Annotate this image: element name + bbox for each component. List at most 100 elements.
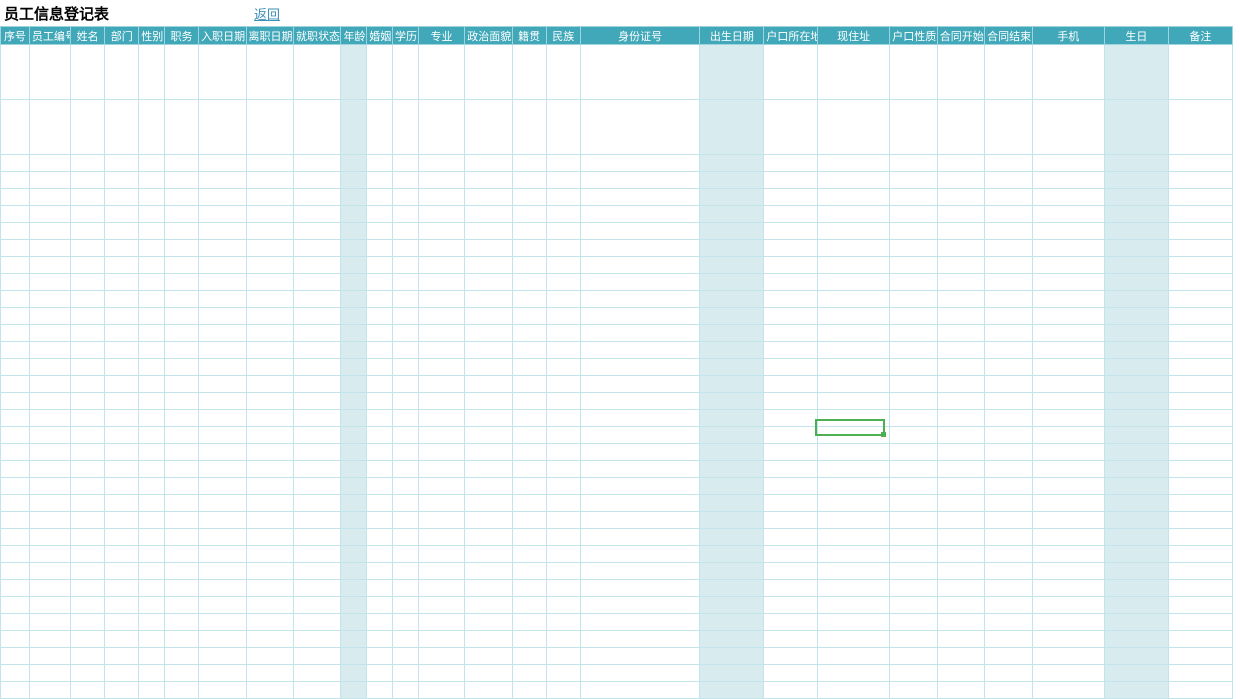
table-cell[interactable] xyxy=(1168,512,1232,529)
table-cell[interactable] xyxy=(341,563,367,580)
table-cell[interactable] xyxy=(139,648,165,665)
table-cell[interactable] xyxy=(165,529,199,546)
table-cell[interactable] xyxy=(29,410,70,427)
table-cell[interactable] xyxy=(764,427,818,444)
table-cell[interactable] xyxy=(139,631,165,648)
table-cell[interactable] xyxy=(105,444,139,461)
table-cell[interactable] xyxy=(546,495,580,512)
table-cell[interactable] xyxy=(985,614,1032,631)
table-cell[interactable] xyxy=(29,444,70,461)
table-cell[interactable] xyxy=(293,376,340,393)
table-cell[interactable] xyxy=(393,308,419,325)
col-header[interactable]: 员工编号 xyxy=(29,27,70,45)
table-cell[interactable] xyxy=(764,512,818,529)
table-cell[interactable] xyxy=(985,410,1032,427)
table-cell[interactable] xyxy=(890,495,937,512)
table-cell[interactable] xyxy=(165,614,199,631)
table-cell[interactable] xyxy=(71,393,105,410)
table-cell[interactable] xyxy=(71,427,105,444)
table-cell[interactable] xyxy=(71,155,105,172)
table-cell[interactable] xyxy=(890,614,937,631)
table-cell[interactable] xyxy=(293,410,340,427)
table-cell[interactable] xyxy=(937,100,984,155)
table-cell[interactable] xyxy=(985,665,1032,682)
table-cell[interactable] xyxy=(165,359,199,376)
table-cell[interactable] xyxy=(1032,274,1104,291)
table-cell[interactable] xyxy=(985,325,1032,342)
table-cell[interactable] xyxy=(199,240,246,257)
col-header[interactable]: 出生日期 xyxy=(700,27,764,45)
table-cell[interactable] xyxy=(1168,376,1232,393)
table-cell[interactable] xyxy=(105,597,139,614)
table-row[interactable] xyxy=(1,257,1233,274)
table-cell[interactable] xyxy=(700,444,764,461)
table-cell[interactable] xyxy=(1,648,30,665)
table-cell[interactable] xyxy=(546,308,580,325)
table-cell[interactable] xyxy=(341,223,367,240)
table-cell[interactable] xyxy=(580,359,700,376)
table-cell[interactable] xyxy=(985,682,1032,699)
table-cell[interactable] xyxy=(1,393,30,410)
table-cell[interactable] xyxy=(139,478,165,495)
table-cell[interactable] xyxy=(105,189,139,206)
table-cell[interactable] xyxy=(246,376,293,393)
table-cell[interactable] xyxy=(105,155,139,172)
table-cell[interactable] xyxy=(937,682,984,699)
table-cell[interactable] xyxy=(512,648,546,665)
table-cell[interactable] xyxy=(139,580,165,597)
table-cell[interactable] xyxy=(937,512,984,529)
table-cell[interactable] xyxy=(29,342,70,359)
table-cell[interactable] xyxy=(818,546,890,563)
col-header[interactable]: 户口性质 xyxy=(890,27,937,45)
table-cell[interactable] xyxy=(580,206,700,223)
table-cell[interactable] xyxy=(700,189,764,206)
table-cell[interactable] xyxy=(985,376,1032,393)
table-cell[interactable] xyxy=(890,410,937,427)
table-cell[interactable] xyxy=(818,665,890,682)
table-cell[interactable] xyxy=(199,444,246,461)
table-cell[interactable] xyxy=(367,478,393,495)
table-cell[interactable] xyxy=(937,274,984,291)
table-cell[interactable] xyxy=(29,665,70,682)
table-cell[interactable] xyxy=(139,461,165,478)
table-cell[interactable] xyxy=(1104,206,1168,223)
table-cell[interactable] xyxy=(1032,342,1104,359)
table-cell[interactable] xyxy=(1,291,30,308)
table-cell[interactable] xyxy=(29,359,70,376)
table-cell[interactable] xyxy=(418,444,464,461)
table-cell[interactable] xyxy=(418,478,464,495)
table-cell[interactable] xyxy=(1,376,30,393)
table-cell[interactable] xyxy=(199,189,246,206)
table-cell[interactable] xyxy=(71,631,105,648)
table-cell[interactable] xyxy=(465,172,512,189)
table-cell[interactable] xyxy=(341,359,367,376)
table-cell[interactable] xyxy=(580,665,700,682)
table-cell[interactable] xyxy=(818,410,890,427)
table-cell[interactable] xyxy=(71,308,105,325)
table-cell[interactable] xyxy=(1032,223,1104,240)
table-cell[interactable] xyxy=(465,308,512,325)
table-cell[interactable] xyxy=(985,478,1032,495)
table-cell[interactable] xyxy=(246,444,293,461)
table-cell[interactable] xyxy=(418,461,464,478)
table-row[interactable] xyxy=(1,427,1233,444)
table-cell[interactable] xyxy=(199,546,246,563)
table-cell[interactable] xyxy=(1104,291,1168,308)
table-cell[interactable] xyxy=(246,563,293,580)
col-header[interactable]: 民族 xyxy=(546,27,580,45)
table-cell[interactable] xyxy=(985,100,1032,155)
table-cell[interactable] xyxy=(580,257,700,274)
table-cell[interactable] xyxy=(165,410,199,427)
table-row[interactable] xyxy=(1,189,1233,206)
table-cell[interactable] xyxy=(367,342,393,359)
table-cell[interactable] xyxy=(546,325,580,342)
table-cell[interactable] xyxy=(1032,325,1104,342)
table-cell[interactable] xyxy=(937,410,984,427)
table-cell[interactable] xyxy=(293,478,340,495)
table-cell[interactable] xyxy=(1,325,30,342)
table-cell[interactable] xyxy=(105,274,139,291)
table-cell[interactable] xyxy=(465,291,512,308)
table-cell[interactable] xyxy=(393,461,419,478)
table-cell[interactable] xyxy=(546,206,580,223)
table-cell[interactable] xyxy=(700,427,764,444)
